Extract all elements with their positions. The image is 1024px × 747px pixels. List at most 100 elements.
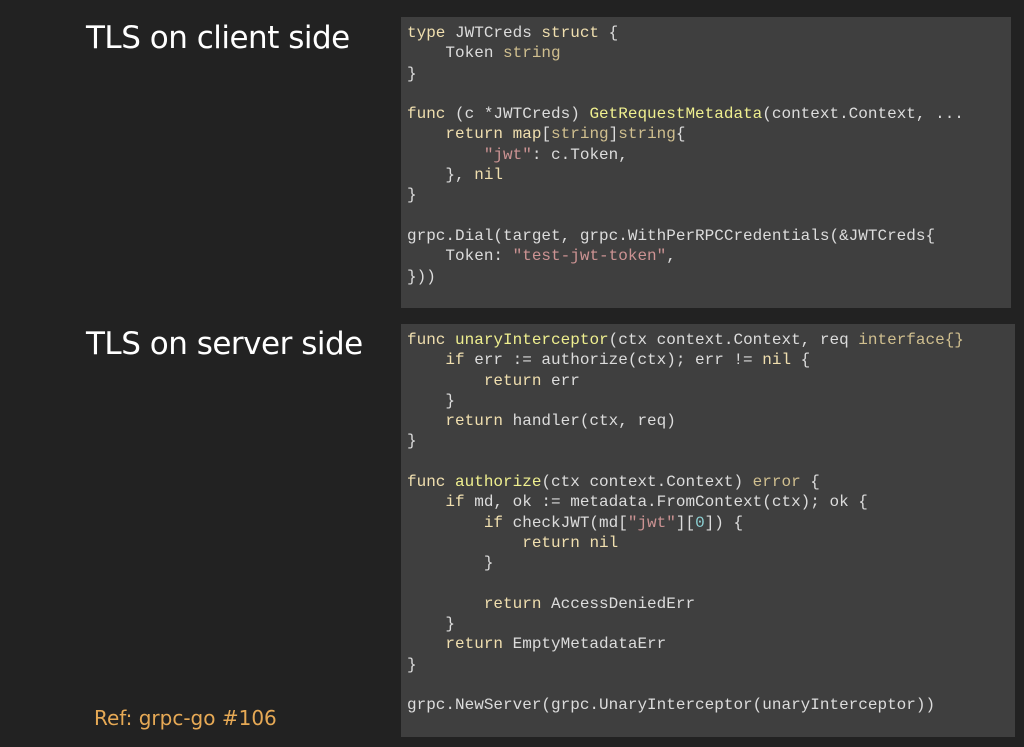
code-line: if md, ok := metadata.FromContext(ctx); … <box>407 492 1015 512</box>
code-line: return AccessDeniedErr <box>407 594 1015 614</box>
code-token: })) <box>407 267 436 286</box>
code-token: "jwt" <box>627 513 676 532</box>
code-token: if <box>445 493 465 512</box>
code-token: handler(ctx, req) <box>503 412 676 431</box>
code-token: ]) { <box>704 513 744 532</box>
code-token: { <box>599 24 619 42</box>
code-line: func unaryInterceptor(ctx context.Contex… <box>407 330 1015 350</box>
code-token: nil <box>762 351 792 370</box>
code-line: } <box>407 431 1015 451</box>
code-line: Token: "test-jwt-token", <box>407 246 1011 266</box>
code-token: } <box>407 64 417 83</box>
code-token: return <box>522 533 580 552</box>
code-token: string <box>551 125 609 144</box>
code-token: if <box>445 351 465 370</box>
code-token: struct <box>541 24 600 42</box>
code-token: interface{} <box>858 331 964 349</box>
code-token: ][ <box>675 513 696 532</box>
code-line: return EmptyMetadataErr <box>407 634 1015 654</box>
code-token: JWTCreds <box>445 24 542 42</box>
code-token: Token: <box>407 247 513 266</box>
code-line: } <box>407 553 1015 573</box>
code-token: return <box>483 371 542 390</box>
server-code: func unaryInterceptor(ctx context.Contex… <box>401 324 1015 716</box>
code-token: } <box>407 432 417 451</box>
code-token: authorize <box>455 473 542 492</box>
code-line: return handler(ctx, req) <box>407 411 1015 431</box>
code-line: return map[string]string{ <box>407 124 1011 144</box>
code-token: checkJWT(md[ <box>503 513 628 532</box>
code-token: return <box>445 635 504 654</box>
code-token: } <box>407 554 494 573</box>
code-token: EmptyMetadataErr <box>503 635 667 654</box>
code-token: return <box>483 594 542 613</box>
code-line: grpc.NewServer(grpc.UnaryInterceptor(una… <box>407 695 1015 715</box>
code-line: func (c *JWTCreds) GetRequestMetadata(co… <box>407 104 1011 124</box>
code-token: (context.Context, ... <box>762 105 964 124</box>
code-token: } <box>407 391 456 410</box>
server-side-title: TLS on server side <box>86 326 363 362</box>
code-line: if checkJWT(md["jwt"][0]) { <box>407 513 1015 533</box>
code-token: : c.Token, <box>531 145 628 164</box>
code-token: nil <box>474 166 504 185</box>
client-code: type JWTCreds struct { Token string} func… <box>401 17 1011 287</box>
code-line: } <box>407 655 1015 675</box>
code-token: map <box>512 125 542 144</box>
code-token: } <box>407 186 417 205</box>
code-token: string <box>503 44 561 63</box>
code-line: })) <box>407 267 1011 287</box>
server-code-block: func unaryInterceptor(ctx context.Contex… <box>401 324 1015 737</box>
code-token: unaryInterceptor <box>455 331 609 349</box>
code-token: (ctx context.Context) <box>541 473 753 492</box>
code-token: AccessDeniedErr <box>541 594 696 613</box>
code-token: Token <box>407 44 504 63</box>
code-token: { <box>791 351 811 370</box>
client-code-block: type JWTCreds struct { Token string} func… <box>401 17 1011 308</box>
code-token: , <box>666 247 676 266</box>
code-line: if err := authorize(ctx); err != nil { <box>407 350 1015 370</box>
code-token: { <box>800 473 820 492</box>
code-line: } <box>407 614 1015 634</box>
code-token: error <box>752 473 801 492</box>
code-token: GetRequestMetadata <box>589 105 763 124</box>
code-token: 0 <box>695 513 705 532</box>
code-token: func <box>407 473 446 492</box>
code-token: return <box>445 125 504 144</box>
code-token: func <box>407 105 446 124</box>
client-side-title: TLS on client side <box>86 20 350 56</box>
code-token: err <box>541 371 580 390</box>
code-line: } <box>407 185 1011 205</box>
code-token: }, <box>407 166 475 185</box>
code-line: } <box>407 391 1015 411</box>
code-token: grpc.Dial(target, grpc.WithPerRPCCredent… <box>407 226 936 245</box>
code-token: (ctx context.Context, req <box>608 331 859 349</box>
code-line: }, nil <box>407 165 1011 185</box>
code-token: string <box>618 125 676 144</box>
code-token: func <box>407 331 446 349</box>
code-line: Token string <box>407 43 1011 63</box>
code-line: func authorize(ctx context.Context) erro… <box>407 472 1015 492</box>
reference-note: Ref: grpc-go #106 <box>94 706 277 730</box>
code-line: return err <box>407 371 1015 391</box>
code-token: [ <box>541 125 552 144</box>
code-line: grpc.Dial(target, grpc.WithPerRPCCredent… <box>407 226 1011 246</box>
code-line: type JWTCreds struct { <box>407 23 1011 43</box>
code-token: } <box>407 655 417 674</box>
